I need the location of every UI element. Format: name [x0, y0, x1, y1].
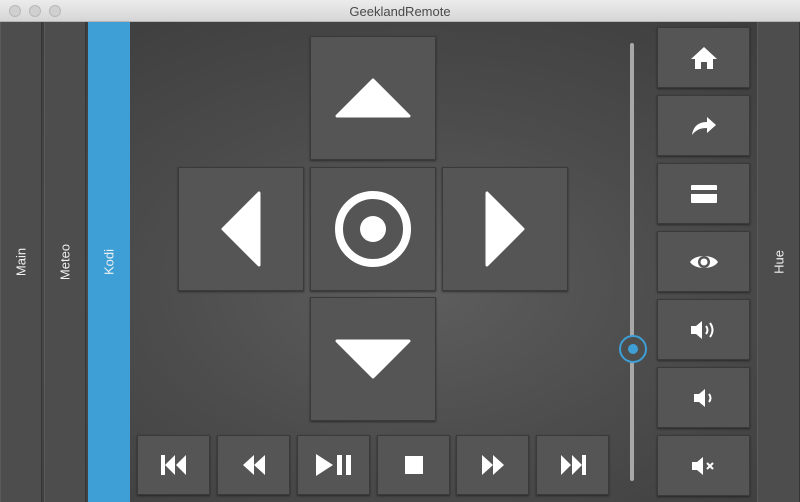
- tab-hue[interactable]: Hue: [757, 22, 800, 502]
- skip-next-icon: [560, 455, 586, 475]
- play-pause-icon: [315, 454, 351, 476]
- share-button[interactable]: [657, 95, 750, 156]
- dpad-up-button[interactable]: [310, 36, 436, 160]
- dpad-down-button[interactable]: [310, 297, 436, 421]
- volume-up-button[interactable]: [657, 299, 750, 360]
- tab-main[interactable]: Main: [0, 22, 42, 502]
- fast-forward-icon: [481, 455, 504, 475]
- eye-icon: [689, 255, 718, 268]
- play-pause-button[interactable]: [297, 435, 370, 495]
- rewind-icon: [242, 455, 265, 475]
- window-title: GeeklandRemote: [349, 4, 451, 19]
- share-icon: [691, 116, 716, 135]
- skip-previous-button[interactable]: [137, 435, 210, 495]
- home-icon: [690, 46, 717, 69]
- remote-app: Main Meteo Kodi Hue: [0, 22, 800, 502]
- skip-next-button[interactable]: [536, 435, 609, 495]
- tab-kodi-label: Kodi: [101, 248, 117, 276]
- volume-up-icon: [690, 320, 713, 339]
- stop-button[interactable]: [377, 435, 450, 495]
- select-circle-icon: [335, 191, 411, 267]
- view-button[interactable]: [657, 231, 750, 292]
- card-button[interactable]: [657, 163, 750, 224]
- tab-meteo[interactable]: Meteo: [44, 22, 86, 502]
- home-button[interactable]: [657, 27, 750, 88]
- stop-icon: [404, 456, 423, 474]
- volume-mute-button[interactable]: [657, 435, 750, 496]
- triangle-right-icon: [485, 191, 525, 267]
- skip-previous-icon: [160, 455, 186, 475]
- tab-kodi[interactable]: Kodi: [88, 22, 130, 502]
- window-titlebar: GeeklandRemote: [0, 0, 800, 22]
- dpad-left-button[interactable]: [178, 167, 304, 291]
- card-icon: [690, 184, 717, 203]
- tab-meteo-label: Meteo: [57, 243, 73, 281]
- volume-down-icon: [693, 388, 711, 407]
- dpad-right-button[interactable]: [442, 167, 568, 291]
- fast-forward-button[interactable]: [456, 435, 529, 495]
- volume-down-button[interactable]: [657, 367, 750, 428]
- tab-main-label: Main: [13, 247, 29, 277]
- volume-slider-handle-dot: [628, 344, 638, 354]
- dpad-select-button[interactable]: [310, 167, 436, 291]
- volume-mute-icon: [691, 456, 714, 475]
- triangle-down-icon: [335, 339, 411, 379]
- tab-hue-label: Hue: [771, 250, 786, 274]
- triangle-left-icon: [221, 191, 261, 267]
- triangle-up-icon: [335, 78, 411, 118]
- rewind-button[interactable]: [217, 435, 290, 495]
- volume-slider-handle[interactable]: [619, 335, 647, 363]
- volume-slider-track[interactable]: [630, 43, 634, 481]
